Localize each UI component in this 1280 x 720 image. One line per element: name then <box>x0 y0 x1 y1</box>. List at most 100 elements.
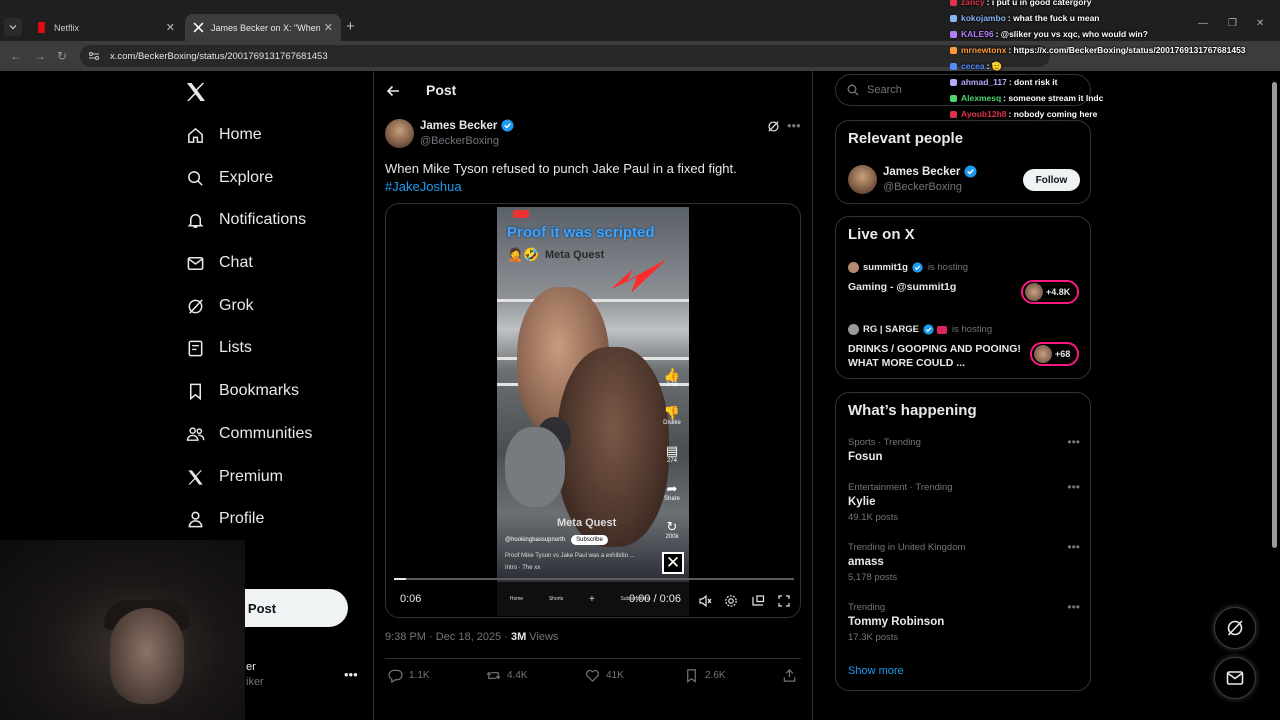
live-title[interactable]: Gaming - @summit1g <box>848 280 1018 294</box>
live-host-row[interactable]: summit1g is hosting <box>848 262 968 273</box>
dislike-button[interactable]: 👎 Dislike <box>661 405 683 426</box>
list-icon <box>188 340 203 356</box>
verified-badge-icon <box>964 165 977 178</box>
chat-username: KALE96 <box>961 29 994 39</box>
trend-more-icon[interactable]: ••• <box>1067 435 1080 449</box>
bookmark-icon <box>687 669 696 683</box>
tab-x-post[interactable]: James Becker on X: "When Mike ✕ <box>185 14 341 41</box>
sidebar-item-notifications[interactable]: Notifications <box>186 205 306 235</box>
settings-icon[interactable] <box>724 594 738 608</box>
trend-item[interactable]: Trending Tommy Robinson 17.3K posts ••• <box>848 600 1080 643</box>
video-progress-bar[interactable] <box>394 578 794 580</box>
tweet-text: When Mike Tyson refused to punch Jake Pa… <box>385 160 737 196</box>
trend-item[interactable]: Entertainment · Trending Kylie 49.1K pos… <box>848 480 1080 523</box>
trend-item[interactable]: Sports · Trending Fosun ••• <box>848 435 1080 463</box>
heart-icon <box>586 669 599 682</box>
account-more-icon[interactable]: ••• <box>344 667 358 682</box>
chat-username: ahmad_117 <box>961 77 1007 87</box>
pip-icon[interactable] <box>751 594 765 608</box>
chat-username: zancy <box>961 0 985 7</box>
chat-badge-icon <box>950 110 957 118</box>
remix-button[interactable]: ↻ 200k <box>661 519 683 540</box>
sidebar-item-chat[interactable]: Chat <box>186 248 253 278</box>
sidebar-item-explore[interactable]: Explore <box>186 163 273 193</box>
live-title[interactable]: DRINKS / GOOPING AND POOING! WHAT MORE C… <box>848 342 1026 370</box>
comment-icon: ▤ <box>665 443 679 458</box>
person-name[interactable]: James Becker <box>883 165 977 178</box>
chat-text: : dont risk it <box>1008 77 1058 87</box>
site-info-icon[interactable] <box>88 51 100 61</box>
chat-badge-icon <box>950 46 957 54</box>
shorts-nav-add: + <box>588 593 595 605</box>
post-timestamp[interactable]: 9:38 PM · Dec 18, 2025 · <box>385 631 511 643</box>
video-player[interactable]: Proof it was scripted 🤦🤣 Meta Quest Meta… <box>385 203 801 618</box>
live-listeners-pill[interactable]: +4.8K <box>1021 280 1080 304</box>
trend-item[interactable]: Trending in United Kingdom amass 5,178 p… <box>848 540 1080 583</box>
chat-message: Ayoub12h8: nobody coming here <box>950 106 1280 122</box>
show-more-link[interactable]: Show more <box>848 665 904 677</box>
messages-floating-button[interactable] <box>1214 657 1256 699</box>
whats-happening-card: What’s happening Sports · Trending Fosun… <box>835 392 1091 691</box>
share-button[interactable] <box>782 668 803 683</box>
sidebar-item-label: Communities <box>219 425 313 442</box>
forward-icon[interactable]: → <box>34 49 46 63</box>
author-handle[interactable]: @BeckerBoxing <box>420 135 499 147</box>
close-tab-icon[interactable]: ✕ <box>324 21 333 34</box>
like-button[interactable]: 👍 2.5k <box>661 367 683 388</box>
like-button[interactable]: 41K <box>585 668 624 683</box>
post-more-icon[interactable]: ••• <box>787 118 801 133</box>
sidebar-item-bookmarks[interactable]: Bookmarks <box>186 376 299 406</box>
tab-search-button[interactable] <box>4 18 22 36</box>
page-scrollbar[interactable] <box>1272 82 1277 548</box>
reload-icon[interactable]: ↻ <box>57 49 67 63</box>
person-avatar[interactable] <box>848 165 877 194</box>
bookmark-button[interactable]: 2.6K <box>684 668 726 683</box>
hashtag-link[interactable]: #JakeJoshua <box>385 178 737 196</box>
repost-button[interactable]: 4.4K <box>486 668 528 683</box>
mute-icon[interactable] <box>698 594 712 608</box>
new-tab-button[interactable]: + <box>346 18 355 35</box>
trend-more-icon[interactable]: ••• <box>1067 600 1080 614</box>
video-frame[interactable]: Proof it was scripted 🤦🤣 Meta Quest Meta… <box>497 207 689 616</box>
x-logo-icon[interactable] <box>184 80 208 104</box>
author-name[interactable]: James Becker <box>420 119 514 132</box>
back-arrow-icon[interactable] <box>385 83 401 99</box>
account-switcher[interactable]: er iker <box>246 660 264 690</box>
back-icon[interactable]: ← <box>10 49 22 63</box>
sidebar-item-communities[interactable]: Communities <box>186 419 312 449</box>
trend-more-icon[interactable]: ••• <box>1067 540 1080 554</box>
trend-count: 49.1K posts <box>848 512 899 523</box>
sidebar-item-profile[interactable]: Profile <box>186 504 264 534</box>
live-host-row[interactable]: RG | SARGE is hosting <box>848 324 992 335</box>
video-time: 0:00 / 0:06 <box>629 593 681 605</box>
sidebar-item-label: Notifications <box>219 211 307 228</box>
x-logo-icon <box>193 22 204 33</box>
sidebar-item-lists[interactable]: Lists <box>186 333 252 363</box>
close-tab-icon[interactable]: ✕ <box>166 21 175 34</box>
tab-title: James Becker on X: "When Mike <box>211 22 320 33</box>
follow-button[interactable]: Follow <box>1023 169 1080 191</box>
live-listeners-pill[interactable]: +68 <box>1030 342 1080 366</box>
chevron-down-icon <box>9 25 17 30</box>
trend-more-icon[interactable]: ••• <box>1067 480 1080 494</box>
is-hosting-label: is hosting <box>927 262 969 273</box>
fullscreen-icon[interactable] <box>777 594 791 608</box>
chat-text: : someone stream it lndc <box>1003 93 1104 103</box>
card-title: Live on X <box>848 226 915 243</box>
author-avatar[interactable] <box>385 119 414 148</box>
sidebar-item-label: Lists <box>219 339 252 356</box>
sidebar-item-premium[interactable]: Premium <box>186 462 283 492</box>
reply-button[interactable]: 1.1K <box>388 668 430 683</box>
tab-netflix[interactable]: Netflix ✕ <box>28 14 183 41</box>
grok-icon[interactable] <box>767 120 780 133</box>
grok-floating-button[interactable] <box>1214 607 1256 649</box>
url-field[interactable]: x.com/BeckerBoxing/status/20017691317676… <box>80 45 1050 67</box>
sidebar-item-grok[interactable]: Grok <box>186 291 254 321</box>
sidebar-item-home[interactable]: Home <box>186 120 262 150</box>
chat-badge-icon <box>950 94 957 102</box>
views-label: Views <box>526 631 559 643</box>
comments-button[interactable]: ▤ 274 <box>661 443 683 464</box>
trend-count: 17.3K posts <box>848 632 899 643</box>
share-button[interactable]: ➦ Share <box>661 481 683 502</box>
trend-count: 5,178 posts <box>848 572 898 583</box>
